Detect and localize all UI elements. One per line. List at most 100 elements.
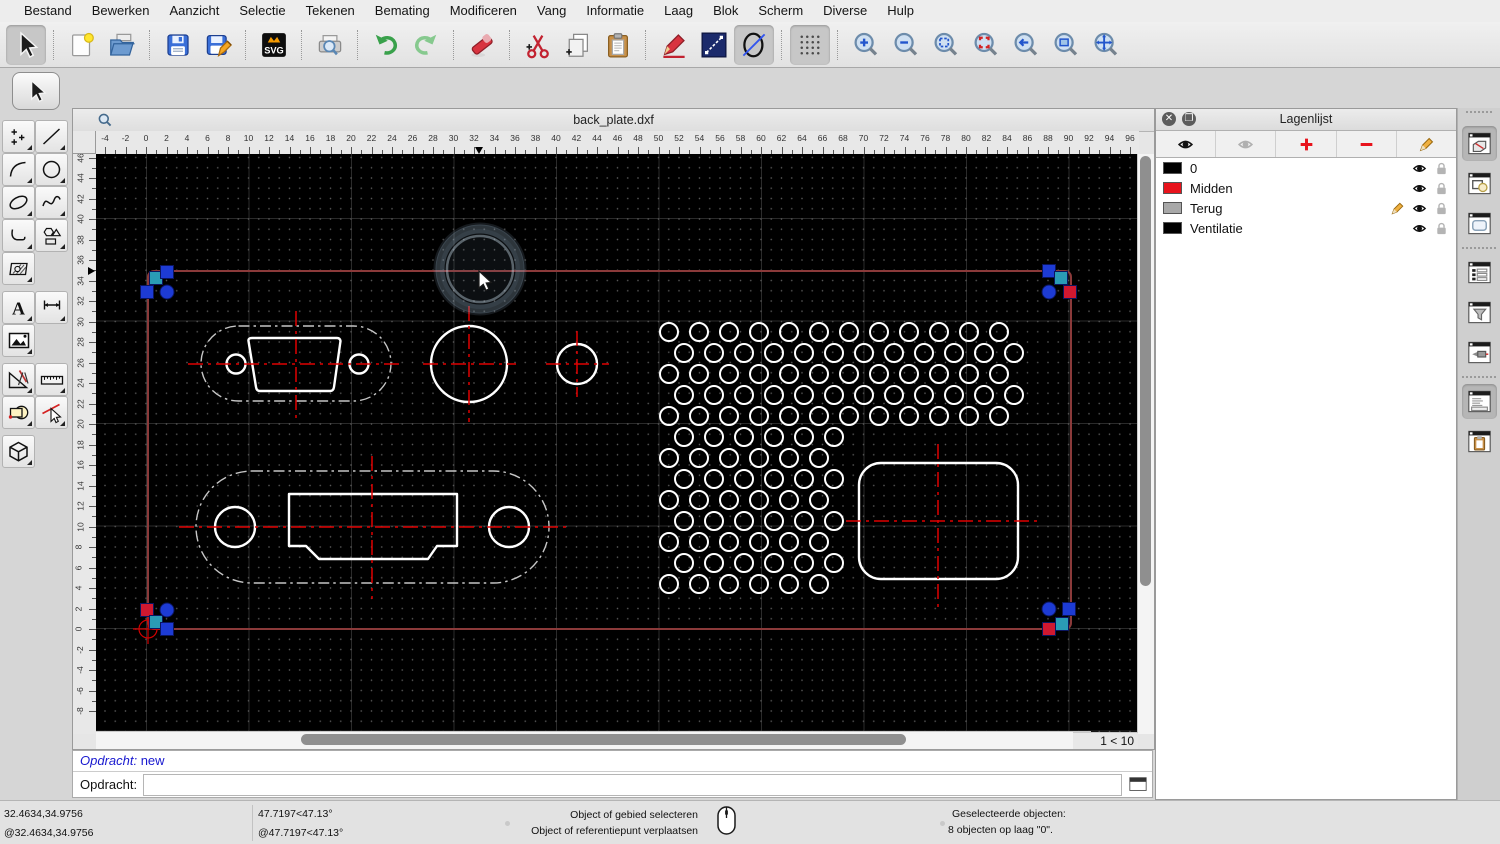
paste-button[interactable] xyxy=(598,25,638,65)
filter-window-button[interactable] xyxy=(1462,295,1497,330)
export-svg-button[interactable]: SVG xyxy=(254,25,294,65)
selection-tool-button[interactable] xyxy=(12,72,60,110)
entity-list-window-button[interactable] xyxy=(1462,255,1497,290)
save-button[interactable] xyxy=(158,25,198,65)
layers-minus-button[interactable] xyxy=(1337,131,1397,157)
tool-polyline-button[interactable] xyxy=(2,219,35,252)
tool-modify-button[interactable] xyxy=(2,363,35,396)
tool-measure-button[interactable] xyxy=(35,363,68,396)
tool-line-button[interactable] xyxy=(35,120,68,153)
menu-scherm[interactable]: Scherm xyxy=(748,0,813,22)
document-title-bar[interactable]: back_plate.dxf xyxy=(73,109,1154,132)
zoom-in-button[interactable] xyxy=(846,25,886,65)
float-window-icon[interactable]: ❐ xyxy=(1182,112,1196,126)
redo-button[interactable] xyxy=(406,25,446,65)
layers-eye-gray-button[interactable] xyxy=(1216,131,1277,157)
horizontal-scrollbar[interactable] xyxy=(96,731,1091,749)
menu-modificeren[interactable]: Modificeren xyxy=(440,0,527,22)
eye-icon[interactable] xyxy=(1412,161,1427,176)
menu-blok[interactable]: Blok xyxy=(703,0,748,22)
toolbar-separator xyxy=(53,29,55,60)
tool-hatch-button[interactable] xyxy=(2,252,35,285)
undo-button[interactable] xyxy=(366,25,406,65)
layer-row-0[interactable]: 0 xyxy=(1156,158,1456,178)
tool-solid-3d-button[interactable] xyxy=(2,435,35,468)
zoom-previous-button[interactable] xyxy=(966,25,1006,65)
tool-shapes-button[interactable] xyxy=(35,219,68,252)
menu-bemating[interactable]: Bemating xyxy=(365,0,440,22)
eye-icon[interactable] xyxy=(1412,201,1427,216)
vruler-label: 4 xyxy=(73,585,84,591)
menu-diverse[interactable]: Diverse xyxy=(813,0,877,22)
new-file-button[interactable] xyxy=(62,25,102,65)
delete-button[interactable] xyxy=(462,25,502,65)
hruler-label: 60 xyxy=(756,133,766,143)
select-button[interactable] xyxy=(6,24,46,65)
right-dock xyxy=(1457,108,1500,800)
tool-select-entity-button[interactable] xyxy=(35,396,68,429)
close-icon[interactable]: ✕ xyxy=(1162,112,1176,126)
lock-icon[interactable] xyxy=(1434,181,1449,196)
coordinate-relative: @32.4634,34.9756 xyxy=(4,827,94,839)
menu-vang[interactable]: Vang xyxy=(527,0,576,22)
inspector-window-button[interactable] xyxy=(1462,335,1497,370)
command-input[interactable] xyxy=(143,773,1122,796)
menu-bestand[interactable]: Bestand xyxy=(14,0,82,22)
tool-text-button[interactable]: A xyxy=(2,291,35,324)
library-browser-window-button[interactable] xyxy=(1462,206,1497,241)
tool-dimension-button[interactable] xyxy=(35,291,68,324)
tool-circle-button[interactable] xyxy=(35,153,68,186)
vertical-scrollbar-thumb[interactable] xyxy=(1140,156,1151,586)
zoom-pan-button[interactable] xyxy=(1086,25,1126,65)
zoom-window-button[interactable] xyxy=(1046,25,1086,65)
console-detach-button[interactable] xyxy=(1128,776,1148,794)
eye-icon[interactable] xyxy=(1412,181,1427,196)
layers-plus-button[interactable] xyxy=(1276,131,1337,157)
copy-button[interactable] xyxy=(558,25,598,65)
layer-list-window-button[interactable] xyxy=(1461,126,1497,161)
command-window-button[interactable] xyxy=(1461,384,1497,419)
draw-ellipse-button[interactable] xyxy=(734,24,774,65)
zoom-out-button[interactable] xyxy=(886,25,926,65)
zoom-auto-button[interactable] xyxy=(926,25,966,65)
clipboard-window-button[interactable] xyxy=(1462,424,1497,459)
cut-button[interactable] xyxy=(518,25,558,65)
draw-line-button[interactable] xyxy=(694,25,734,65)
menu-informatie[interactable]: Informatie xyxy=(576,0,654,22)
open-file-button[interactable] xyxy=(102,25,142,65)
layer-row-ventilatie[interactable]: Ventilatie xyxy=(1156,218,1456,238)
pencil-icon xyxy=(1391,202,1404,214)
layer-row-midden[interactable]: Midden xyxy=(1156,178,1456,198)
grid-toggle-button[interactable] xyxy=(790,24,830,65)
menu-laag[interactable]: Laag xyxy=(654,0,703,22)
layer-row-terug[interactable]: Terug xyxy=(1156,198,1456,218)
horizontal-scrollbar-thumb[interactable] xyxy=(301,734,906,745)
lock-icon[interactable] xyxy=(1434,161,1449,176)
hruler-label: 30 xyxy=(448,133,459,143)
tool-block-button[interactable] xyxy=(2,396,35,429)
lock-icon[interactable] xyxy=(1434,221,1449,236)
print-preview-button[interactable] xyxy=(310,25,350,65)
block-list-window-button[interactable] xyxy=(1462,166,1497,201)
draw-freehand-button[interactable] xyxy=(654,25,694,65)
menu-bar: Bestand Bewerken Aanzicht Selectie Tekenen Be… xyxy=(0,0,1500,22)
tool-ellipse-button[interactable] xyxy=(2,186,35,219)
menu-bewerken[interactable]: Bewerken xyxy=(82,0,160,22)
eye-icon[interactable] xyxy=(1412,221,1427,236)
vertical-scrollbar[interactable] xyxy=(1137,154,1154,734)
menu-hulp[interactable]: Hulp xyxy=(877,0,924,22)
tool-points-button[interactable] xyxy=(2,120,35,153)
layers-pencil-button[interactable] xyxy=(1397,131,1456,157)
menu-selectie[interactable]: Selectie xyxy=(229,0,295,22)
zoom-back-button[interactable] xyxy=(1006,25,1046,65)
menu-aanzicht[interactable]: Aanzicht xyxy=(160,0,230,22)
tool-spline-button[interactable] xyxy=(35,186,68,219)
drawing-canvas[interactable] xyxy=(96,154,1139,734)
plus-icon xyxy=(1300,138,1312,150)
tool-image-button[interactable] xyxy=(2,324,35,357)
menu-tekenen[interactable]: Tekenen xyxy=(296,0,365,22)
lock-icon[interactable] xyxy=(1434,201,1449,216)
layers-eye-button[interactable] xyxy=(1156,131,1217,157)
save-as-button[interactable] xyxy=(198,25,238,65)
tool-arc-button[interactable] xyxy=(2,153,35,186)
